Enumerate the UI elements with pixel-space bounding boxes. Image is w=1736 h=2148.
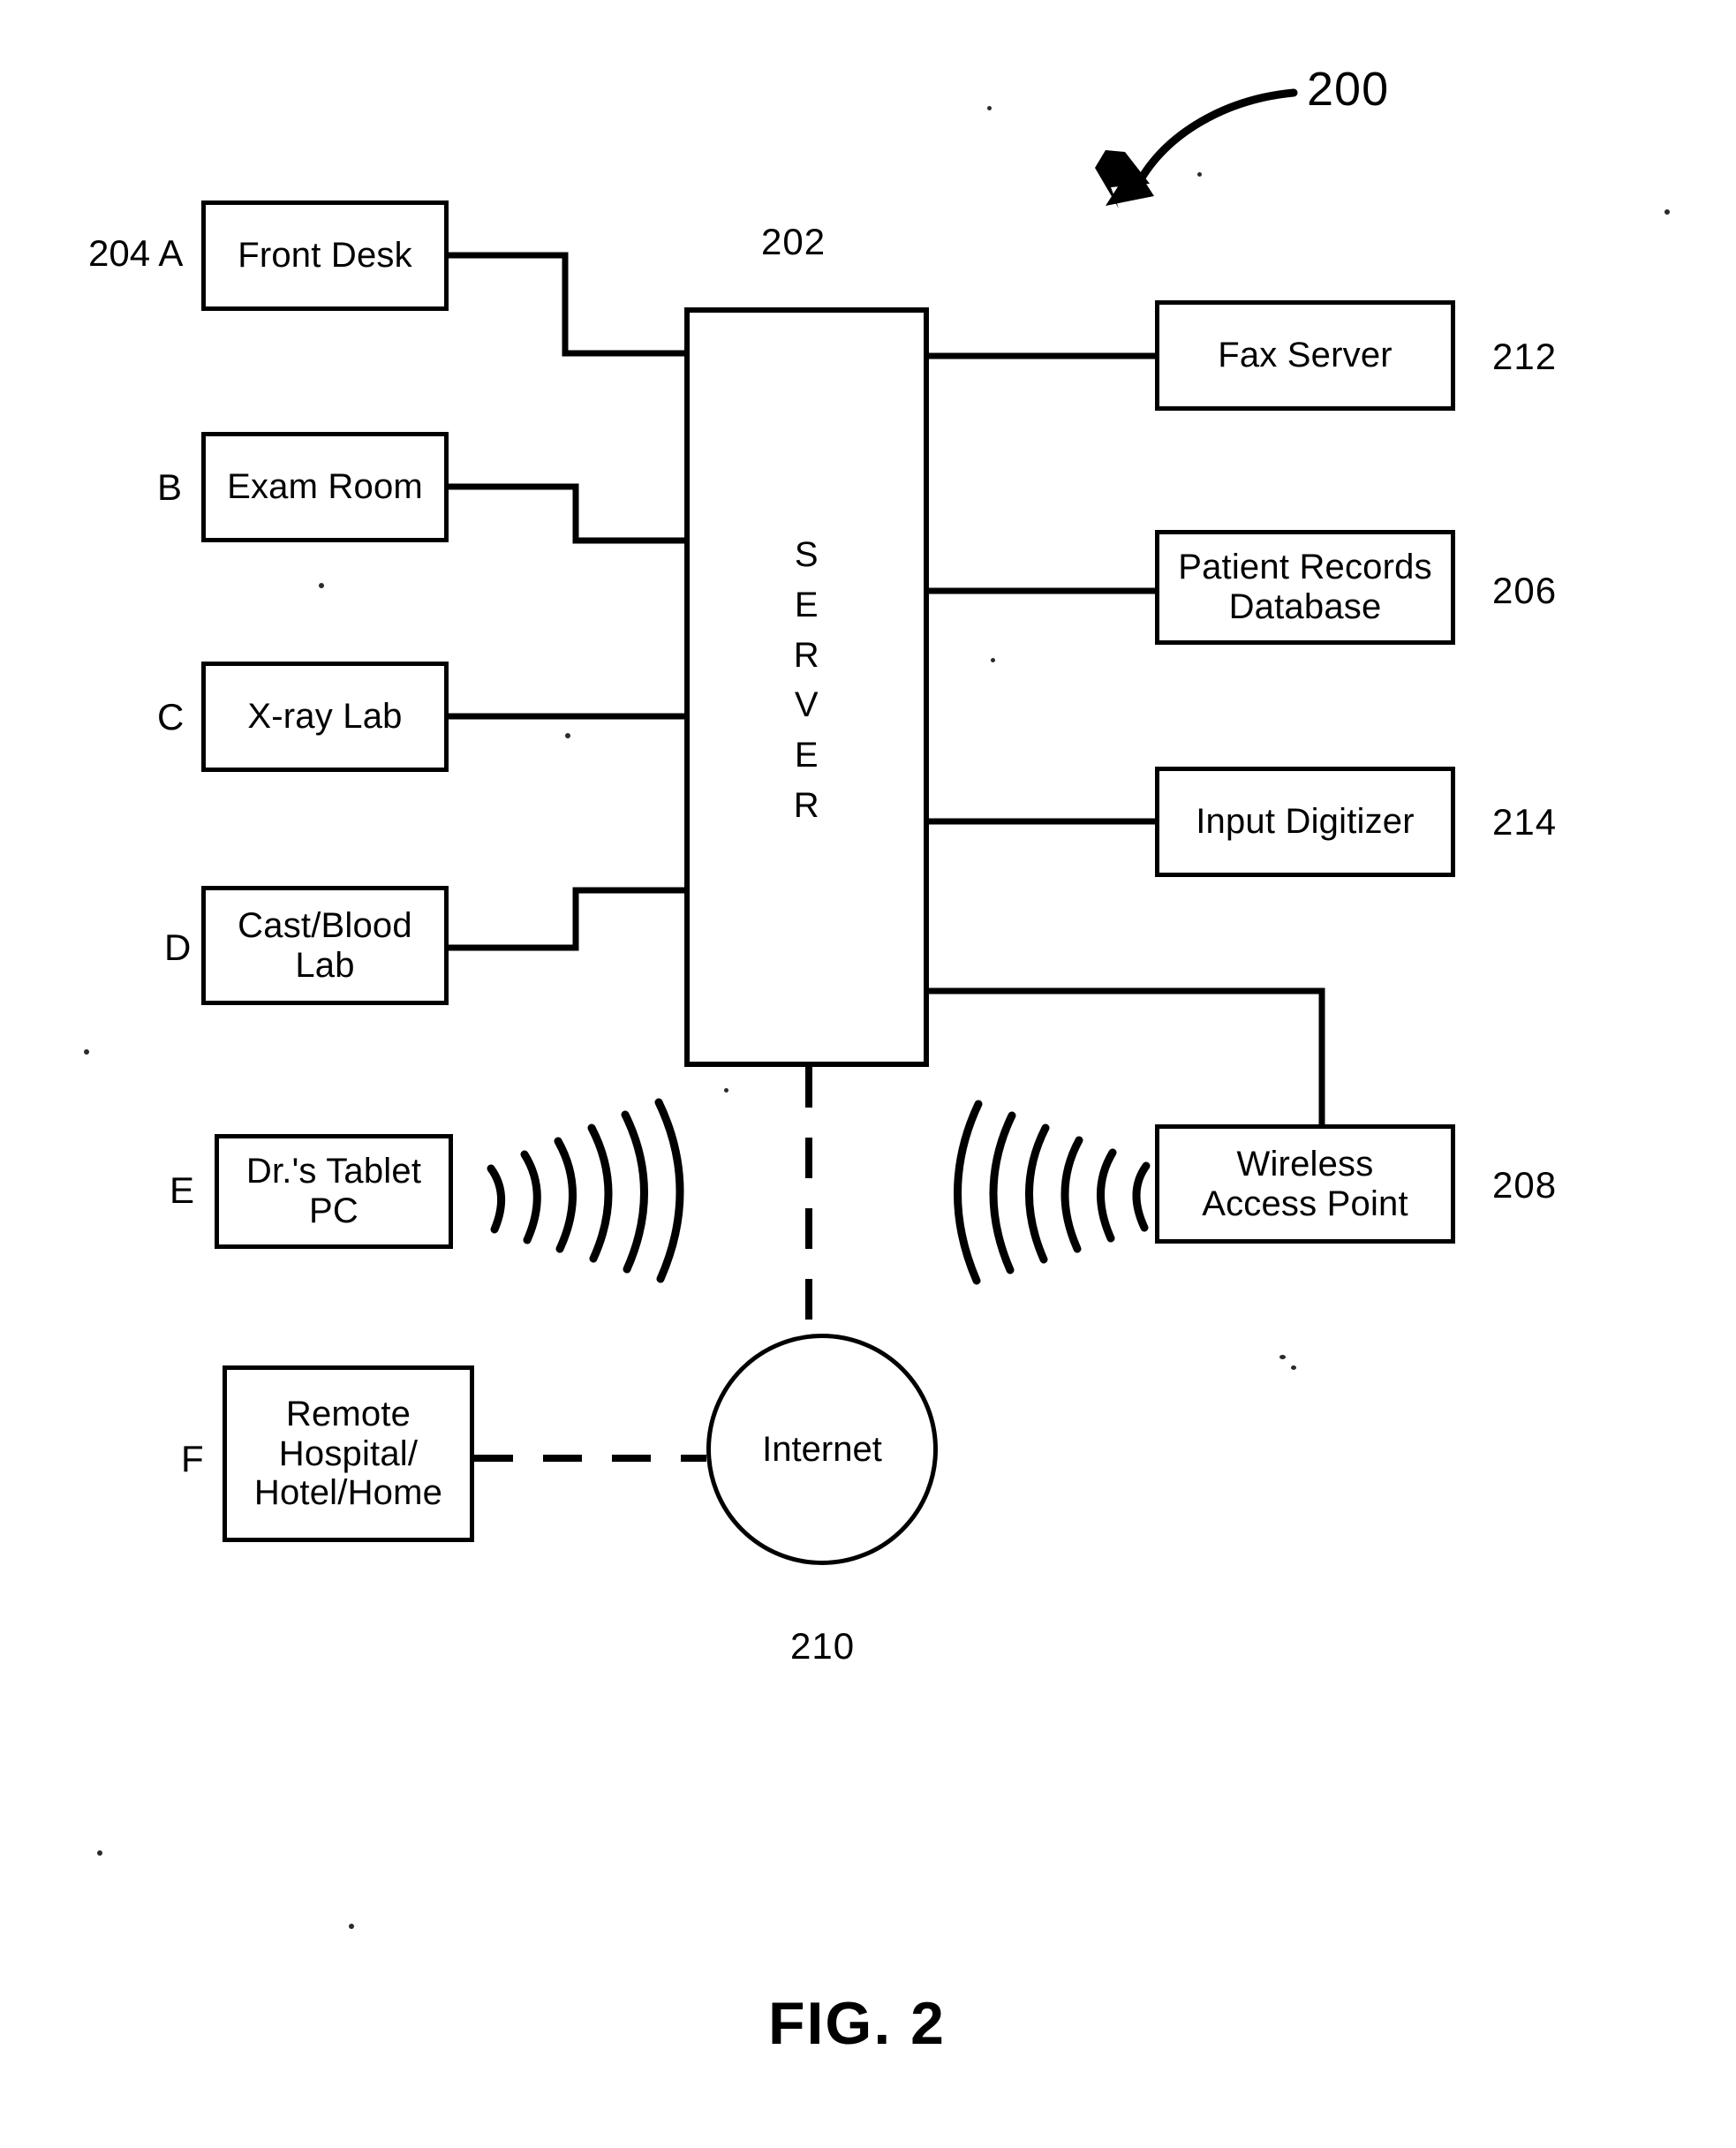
scan-speck — [319, 583, 324, 588]
node-wireless-access-point-label-line2: Access Point — [1202, 1184, 1408, 1223]
scan-speck — [1279, 1355, 1286, 1359]
client-letter-e: E — [170, 1169, 195, 1211]
wireless-signal-icon-access-point — [954, 1100, 1151, 1285]
scan-speck — [1664, 209, 1670, 215]
server-letter-r1: R — [793, 635, 820, 675]
client-letter-d: D — [164, 927, 192, 968]
node-remote-site-label-line3: Hotel/Home — [253, 1473, 443, 1513]
scan-speck — [991, 658, 995, 662]
node-exam-room-label: Exam Room — [227, 467, 423, 507]
server-letter-e2: E — [794, 736, 819, 775]
link-exam-room-to-server — [449, 483, 687, 544]
node-drs-tablet-pc[interactable]: Dr.'s Tablet PC — [215, 1134, 453, 1249]
node-cast-blood-lab[interactable]: Cast/Blood Lab — [201, 886, 449, 1005]
node-remote-hospital-hotel-home[interactable]: Remote Hospital/ Hotel/Home — [223, 1365, 474, 1542]
scan-speck — [1197, 172, 1202, 177]
node-xray-lab-label: X-ray Lab — [247, 697, 403, 737]
node-remote-site-label-line2: Hospital/ — [278, 1433, 419, 1473]
figure-caption: FIG. 2 — [768, 1990, 946, 2057]
link-cast-blood-lab-to-server — [449, 887, 687, 951]
node-front-desk-label: Front Desk — [238, 236, 412, 276]
link-server-to-wireless-access-point — [929, 987, 1325, 1124]
scan-speck — [84, 1049, 89, 1055]
node-exam-room[interactable]: Exam Room — [201, 432, 449, 542]
link-front-desk-to-server — [449, 252, 687, 357]
node-server-label: S E R V E R — [684, 530, 929, 831]
scan-speck — [1291, 1365, 1296, 1370]
scan-speck — [987, 106, 992, 110]
node-input-digitizer-label: Input Digitizer — [1196, 802, 1415, 842]
node-xray-lab[interactable]: X-ray Lab — [201, 662, 449, 772]
system-ref-arrow — [1095, 88, 1298, 208]
wireless-access-point-ref-number: 208 — [1492, 1164, 1558, 1206]
node-cast-blood-lab-label-line1: Cast/Blood — [238, 905, 412, 945]
system-ref-number: 200 — [1307, 63, 1390, 116]
scan-speck — [724, 1088, 728, 1093]
scan-speck — [97, 1850, 102, 1856]
server-ref-number: 202 — [761, 221, 826, 262]
server-letter-s: S — [794, 535, 819, 574]
node-front-desk[interactable]: Front Desk — [201, 200, 449, 311]
wireless-signal-icon-tablet — [487, 1098, 684, 1283]
node-patient-records-database[interactable]: Patient Records Database — [1155, 530, 1455, 645]
client-letter-f: F — [181, 1438, 204, 1479]
server-letter-e1: E — [794, 585, 819, 624]
node-input-digitizer[interactable]: Input Digitizer — [1155, 767, 1455, 877]
node-patient-records-database-label-line1: Patient Records — [1178, 548, 1432, 587]
node-fax-server-label: Fax Server — [1218, 336, 1393, 375]
node-fax-server[interactable]: Fax Server — [1155, 300, 1455, 411]
scan-speck — [565, 733, 570, 738]
scan-speck — [349, 1924, 354, 1929]
server-letter-r2: R — [793, 785, 820, 825]
input-digitizer-ref-number: 214 — [1492, 801, 1558, 843]
client-letter-c: C — [157, 696, 185, 737]
fax-server-ref-number: 212 — [1492, 336, 1558, 377]
internet-ref-number: 210 — [790, 1625, 856, 1667]
node-cast-blood-lab-label-line2: Lab — [295, 945, 355, 985]
client-letter-a: 204 A — [88, 232, 184, 274]
server-letter-v: V — [794, 685, 819, 725]
node-internet-label: Internet — [762, 1429, 882, 1469]
node-wireless-access-point-label-line1: Wireless — [1236, 1144, 1374, 1184]
client-letter-b: B — [157, 466, 183, 508]
node-wireless-access-point[interactable]: Wireless Access Point — [1155, 1124, 1455, 1244]
node-remote-site-label-line1: Remote — [285, 1394, 411, 1433]
patient-records-database-ref-number: 206 — [1492, 570, 1558, 611]
node-internet[interactable]: Internet — [706, 1334, 938, 1565]
node-patient-records-database-label-line2: Database — [1228, 587, 1382, 626]
node-drs-tablet-pc-label-line2: PC — [309, 1191, 359, 1230]
node-drs-tablet-pc-label-line1: Dr.'s Tablet — [245, 1152, 422, 1191]
